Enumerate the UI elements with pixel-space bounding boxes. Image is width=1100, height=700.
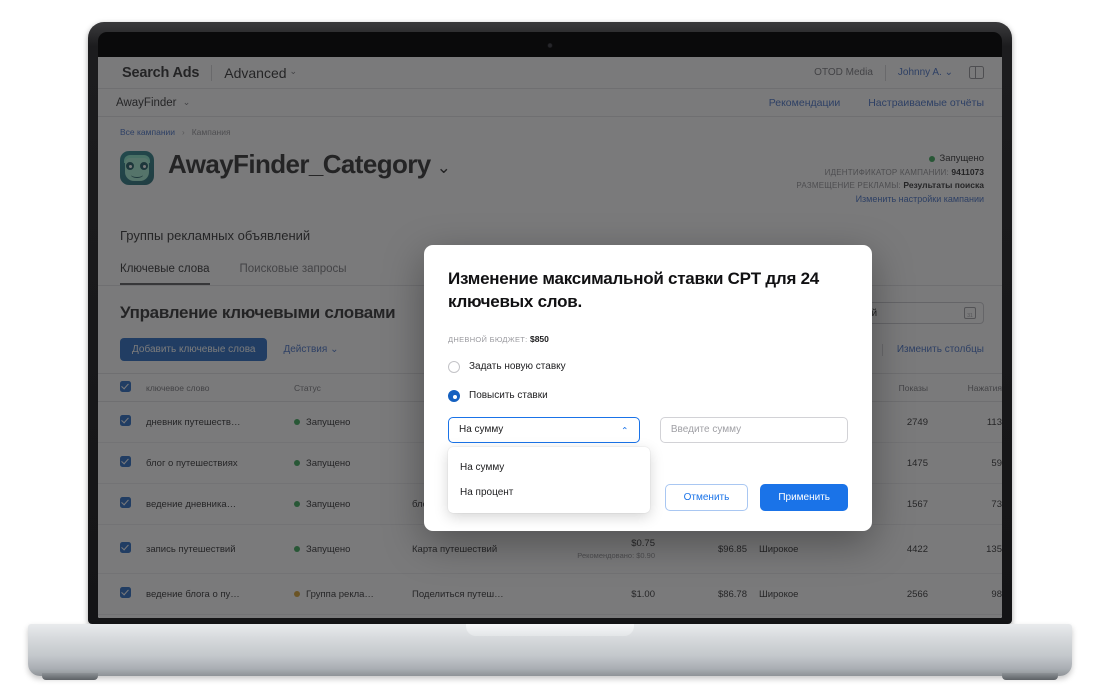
radio-label: Повысить ставки [469, 390, 548, 402]
radio-label: Задать новую ставку [469, 361, 566, 373]
laptop-foot [1002, 673, 1058, 680]
change-mode-value: На сумму [459, 424, 504, 436]
amount-input[interactable]: Введите сумму [659, 416, 848, 443]
radio-button-selected-icon[interactable] [448, 389, 460, 402]
laptop-foot [42, 673, 98, 680]
bid-change-fields: На сумму ⌄ Введите сумму На сумму На про… [448, 416, 848, 513]
laptop-base [28, 624, 1072, 680]
change-mode-dropdown[interactable]: На сумму На процент [448, 446, 650, 513]
change-max-cpt-bid-dialog: Изменение максимальной ставки CPT для 24… [424, 245, 872, 531]
dialog-actions: Отменить Применить [664, 484, 848, 511]
daily-budget-label: ДНЕВНОЙ БЮДЖЕТ: [448, 334, 528, 344]
laptop-bezel: Search Ads Advanced ⌄ OTOD Media Johnny … [98, 32, 1002, 618]
dropdown-option-percent[interactable]: На процент [448, 480, 650, 505]
laptop-mockup: Search Ads Advanced ⌄ OTOD Media Johnny … [0, 0, 1100, 700]
radio-set-new-bid[interactable]: Задать новую ставку [448, 360, 848, 373]
daily-budget-value: $850 [529, 333, 549, 344]
laptop-lid: Search Ads Advanced ⌄ OTOD Media Johnny … [88, 22, 1012, 624]
radio-raise-bids[interactable]: Повысить ставки [448, 389, 848, 402]
chevron-up-icon: ⌄ [621, 425, 629, 436]
dialog-title: Изменение максимальной ставки CPT для 24… [448, 269, 820, 312]
screen: Search Ads Advanced ⌄ OTOD Media Johnny … [98, 57, 1002, 618]
webcam-icon [547, 43, 553, 48]
cancel-button[interactable]: Отменить [664, 484, 749, 511]
apply-button[interactable]: Применить [760, 484, 848, 511]
change-mode-select[interactable]: На сумму ⌄ [448, 416, 640, 443]
amount-placeholder: Введите сумму [670, 424, 742, 436]
daily-budget-row: ДНЕВНОЙ БЮДЖЕТ: $850 [448, 334, 848, 344]
radio-button-icon[interactable] [448, 360, 460, 373]
dropdown-option-amount[interactable]: На сумму [448, 455, 650, 480]
